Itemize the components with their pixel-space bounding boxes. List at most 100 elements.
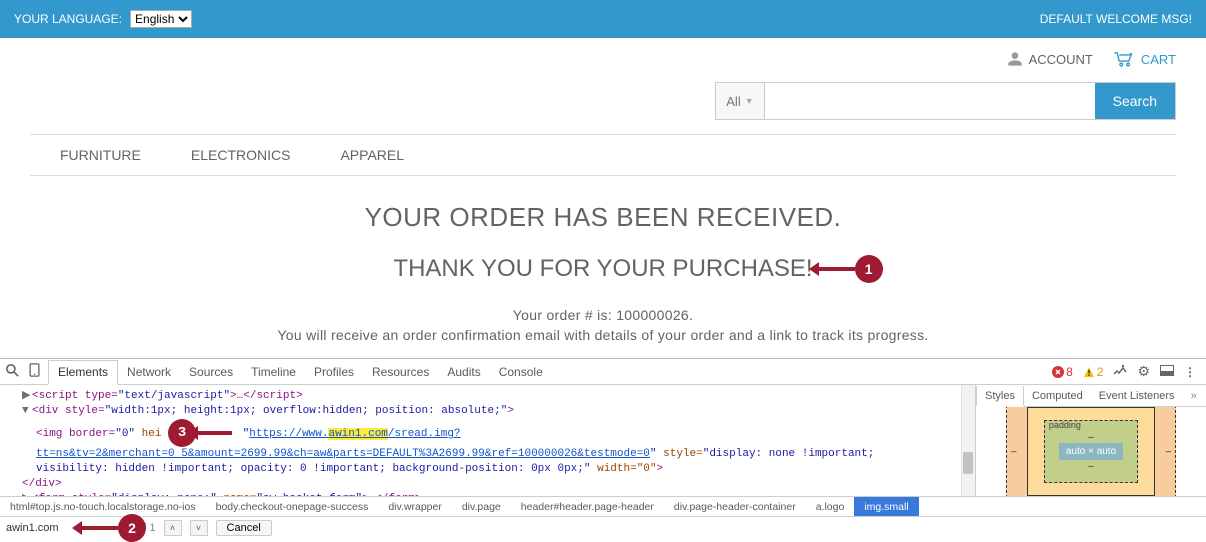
device-icon[interactable] (29, 363, 40, 380)
src-line-5a: visibility: hidden !important; opacity: … (36, 463, 591, 475)
error-count-badge[interactable]: 8 (1052, 365, 1073, 379)
account-row: ACCOUNT CART (30, 40, 1176, 74)
find-count: 1 of 1 (128, 522, 156, 534)
src-line-3b: "0" (115, 428, 135, 440)
search-icon[interactable] (6, 364, 19, 380)
src-line-2b: "width:1px; height:1px; overflow:hidden;… (105, 405, 508, 417)
warning-count-badge[interactable]: 2 (1083, 365, 1104, 379)
annotation-3: 3 (168, 419, 232, 447)
src-line-7d: "aw_basket_form" (256, 493, 362, 496)
side-tab-computed[interactable]: Computed (1024, 385, 1091, 406)
nav-item-furniture[interactable]: FURNITURE (60, 147, 141, 163)
find-cancel-button[interactable]: Cancel (216, 520, 272, 536)
top-bar: YOUR LANGUAGE: English DEFAULT WELCOME M… (0, 0, 1206, 38)
dock-icon[interactable] (1160, 365, 1174, 379)
tab-network[interactable]: Network (118, 359, 180, 384)
cart-label: CART (1141, 52, 1176, 67)
search-box: All ▼ Search (715, 82, 1176, 120)
language-label: YOUR LANGUAGE: (14, 12, 122, 26)
src-line-6: </div> (22, 478, 62, 490)
find-prev-button[interactable]: ˄ (164, 520, 182, 536)
src-line-4b: "display: none !important; (703, 448, 875, 460)
devtools-find-bar: 2 1 of 1 ˄ ˅ Cancel (0, 516, 1206, 538)
devtools-side-tabs: Styles Computed Event Listeners » (976, 385, 1206, 407)
box-model-content: auto × auto (1059, 443, 1123, 460)
account-label: ACCOUNT (1029, 52, 1093, 67)
src-line-1c: >…< (230, 390, 250, 402)
crumb-header[interactable]: header#header.page-header (511, 497, 664, 516)
nav-item-apparel[interactable]: APPAREL (340, 147, 404, 163)
src-line-5c: > (657, 463, 664, 475)
devtools-elements-tree[interactable]: ▶<script type="text/javascript">…</scrip… (0, 385, 976, 496)
tab-resources[interactable]: Resources (363, 359, 438, 384)
src-line-3u3: /sread.img? (388, 428, 461, 440)
gear-icon[interactable]: ⚙ (1137, 363, 1150, 380)
devtools-breadcrumbs: html#top.js.no-touch.localstorage.no-ios… (0, 496, 1206, 516)
crumb-logo[interactable]: a.logo (806, 497, 855, 516)
src-line-7e: >…</form> (362, 493, 421, 496)
main-nav: FURNITURE ELECTRONICS APPAREL (30, 134, 1176, 176)
tab-audits[interactable]: Audits (438, 359, 489, 384)
src-line-2a: <div style= (32, 405, 105, 417)
page-title: YOUR ORDER HAS BEEN RECEIVED. (30, 202, 1176, 233)
annotation-1: 1 (819, 255, 883, 283)
order-success: YOUR ORDER HAS BEEN RECEIVED. THANK YOU … (0, 176, 1206, 343)
box-model-diagram: – – – – padding – auto × auto – (976, 407, 1206, 496)
person-icon (1007, 51, 1023, 67)
side-tab-more[interactable]: » (1183, 385, 1205, 406)
crumb-img[interactable]: img.small (854, 497, 918, 516)
box-model-padding-label: padding (1049, 420, 1081, 430)
search-button[interactable]: Search (1095, 83, 1175, 119)
devtools-side-panel: Styles Computed Event Listeners » – – – … (976, 385, 1206, 496)
scrollbar-thumb[interactable] (963, 452, 973, 474)
page-subtitle: THANK YOU FOR YOUR PURCHASE! 1 (393, 255, 812, 283)
src-line-7a: <form style= (32, 493, 111, 496)
welcome-message: DEFAULT WELCOME MSG! (1040, 12, 1192, 26)
find-next-button[interactable]: ˅ (190, 520, 208, 536)
search-category-label: All (726, 94, 740, 109)
src-line-3u2: awin1.com (328, 428, 387, 440)
src-line-3u1: https://www. (249, 428, 328, 440)
src-line-3c: hei (135, 428, 161, 440)
side-tab-styles[interactable]: Styles (976, 386, 1024, 407)
src-line-3a: <img border= (36, 428, 115, 440)
language-switcher: YOUR LANGUAGE: English (14, 10, 192, 28)
cart-link[interactable]: CART (1113, 50, 1176, 68)
src-line-4a: tt=ns&tv=2&merchant=0 5&amount=2699.99&c… (36, 448, 650, 460)
crumb-html[interactable]: html#top.js.no-touch.localstorage.no-ios (0, 497, 206, 516)
search-category-select[interactable]: All ▼ (716, 83, 764, 119)
tab-elements[interactable]: Elements (48, 360, 118, 385)
src-line-7b: "display: none;" (111, 493, 217, 496)
order-number-line: Your order # is: 100000026. (30, 307, 1176, 323)
side-tab-events[interactable]: Event Listeners (1091, 385, 1183, 406)
crumb-wrapper[interactable]: div.wrapper (378, 497, 452, 516)
nav-item-electronics[interactable]: ELECTRONICS (191, 147, 291, 163)
tab-timeline[interactable]: Timeline (242, 359, 305, 384)
drawer-icon[interactable] (1113, 364, 1127, 379)
find-input[interactable] (6, 522, 80, 534)
language-select[interactable]: English (130, 10, 192, 28)
search-row: All ▼ Search (30, 74, 1176, 134)
crumb-page[interactable]: div.page (452, 497, 511, 516)
src-line-1a: <script type= (32, 390, 118, 402)
tab-sources[interactable]: Sources (180, 359, 242, 384)
src-line-1b: "text/javascript" (118, 390, 230, 402)
src-line-5b: width="0" (591, 463, 657, 475)
cart-icon (1113, 50, 1135, 68)
src-line-1d: /script> (250, 390, 303, 402)
page-header: ACCOUNT CART All ▼ Search FURNITURE ELE (0, 38, 1206, 176)
devtools-tabs: Elements Network Sources Timeline Profil… (0, 359, 1206, 385)
tab-console[interactable]: Console (490, 359, 552, 384)
tab-profiles[interactable]: Profiles (305, 359, 363, 384)
account-link[interactable]: ACCOUNT (1007, 51, 1093, 67)
devtools-panel: Elements Network Sources Timeline Profil… (0, 358, 1206, 538)
crumb-body[interactable]: body.checkout-onepage-success (206, 497, 379, 516)
chevron-down-icon: ▼ (745, 96, 754, 106)
crumb-header-container[interactable]: div.page-header-container (664, 497, 806, 516)
src-line-7c: name= (217, 493, 257, 496)
search-input[interactable] (765, 83, 1095, 119)
more-icon[interactable]: ⋮ (1184, 365, 1196, 379)
src-line-2c: > (507, 405, 514, 417)
order-confirm-line: You will receive an order confirmation e… (30, 327, 1176, 343)
scrollbar-track[interactable] (961, 385, 975, 496)
